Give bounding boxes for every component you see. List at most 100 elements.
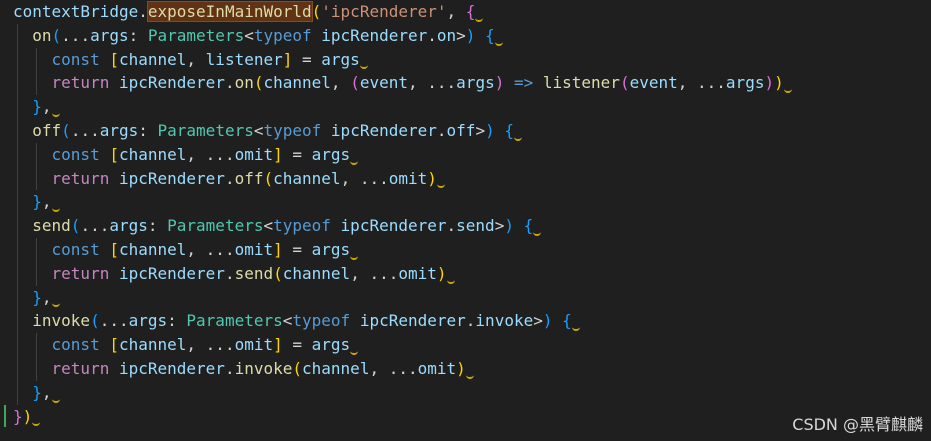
code-token: > xyxy=(475,120,486,140)
code-token: { xyxy=(562,311,572,331)
code-line[interactable]: contextBridge.exposeInMainWorld('ipcRend… xyxy=(13,0,931,24)
code-token: ... xyxy=(205,335,235,355)
code-token: ( xyxy=(70,216,81,236)
code-token: , xyxy=(186,335,206,355)
lint-warning-squiggle[interactable] xyxy=(533,228,543,238)
code-token: event xyxy=(629,73,678,93)
code-token: args xyxy=(311,239,351,259)
code-token: . xyxy=(224,168,235,188)
code-token: ipcRenderer xyxy=(118,168,225,188)
code-token: ... xyxy=(205,144,235,164)
lint-warning-squiggle[interactable] xyxy=(51,299,62,309)
code-token: args xyxy=(321,49,360,69)
code-editor[interactable]: contextBridge.exposeInMainWorld('ipcRend… xyxy=(0,0,931,441)
code-token: ipcRenderer xyxy=(118,263,225,283)
code-token: < xyxy=(263,216,274,236)
code-token: { xyxy=(523,216,534,236)
lint-warning-squiggle[interactable] xyxy=(514,133,524,143)
lint-warning-squiggle[interactable] xyxy=(350,157,360,167)
code-line[interactable]: }, xyxy=(13,190,931,215)
lint-warning-squiggle[interactable] xyxy=(446,276,457,286)
lint-warning-squiggle[interactable] xyxy=(51,395,62,405)
code-token: . xyxy=(465,311,476,331)
code-token: [ xyxy=(109,239,119,259)
code-token: ( xyxy=(273,263,283,283)
code-token: , xyxy=(369,358,389,378)
code-line[interactable]: const [channel, ...omit] = args xyxy=(13,237,931,262)
code-line[interactable]: send(...args: Parameters<typeof ipcRende… xyxy=(13,214,931,238)
code-token: = xyxy=(282,335,312,355)
code-token: ... xyxy=(697,73,726,93)
code-token: , xyxy=(186,49,206,69)
code-line[interactable]: off(...args: Parameters<typeof ipcRender… xyxy=(13,118,931,143)
code-token: invoke xyxy=(13,311,91,331)
code-token: , xyxy=(330,73,351,93)
indent-guide xyxy=(36,333,38,357)
code-token: args xyxy=(90,25,129,45)
code-area[interactable]: contextBridge.exposeInMainWorld('ipcRend… xyxy=(13,0,931,428)
code-line[interactable]: const [channel, listener] = args xyxy=(13,47,931,72)
lint-warning-squiggle[interactable] xyxy=(350,347,360,357)
code-token: < xyxy=(244,25,254,45)
code-token: omit xyxy=(398,263,437,283)
code-line[interactable]: }, xyxy=(13,95,931,119)
code-token: ] xyxy=(273,335,283,355)
indent-guide xyxy=(17,142,18,167)
code-line[interactable]: return ipcRenderer.invoke(channel, ...om… xyxy=(13,356,931,381)
lint-warning-squiggle[interactable] xyxy=(571,323,582,333)
code-line[interactable]: const [channel, ...omit] = args xyxy=(13,142,931,167)
code-token: ... xyxy=(369,263,399,283)
code-line[interactable]: return ipcRenderer.on(channel, (event, .… xyxy=(13,71,931,96)
lint-warning-squiggle[interactable] xyxy=(436,180,447,190)
lint-warning-squiggle[interactable] xyxy=(359,61,370,71)
code-token: ) xyxy=(485,120,495,140)
code-token: 'ipcRenderer' xyxy=(321,2,447,21)
code-token: on xyxy=(436,25,457,45)
lint-warning-squiggle[interactable] xyxy=(32,418,42,428)
lint-warning-squiggle[interactable] xyxy=(51,204,62,214)
indent-guide xyxy=(17,237,18,262)
lint-warning-squiggle[interactable] xyxy=(475,14,485,24)
code-token: ... xyxy=(388,358,418,378)
code-token: listener xyxy=(205,49,283,69)
code-line[interactable]: }, xyxy=(13,380,931,405)
code-token: ) xyxy=(542,311,553,331)
code-token: . xyxy=(446,216,457,236)
code-line[interactable]: const [channel, ...omit] = args xyxy=(13,333,931,357)
code-token: channel xyxy=(282,263,351,283)
lint-warning-squiggle[interactable] xyxy=(51,109,62,119)
lint-warning-squiggle[interactable] xyxy=(350,252,360,262)
code-line[interactable]: on(...args: Parameters<typeof ipcRendere… xyxy=(13,23,931,48)
code-token: off xyxy=(446,120,476,140)
code-token: ( xyxy=(619,73,630,93)
code-token: , xyxy=(186,144,206,164)
code-token: ( xyxy=(90,311,100,331)
lint-warning-squiggle[interactable] xyxy=(465,371,476,381)
code-line[interactable]: return ipcRenderer.send(channel, ...omit… xyxy=(13,261,931,286)
code-token: , xyxy=(186,239,206,259)
lint-warning-squiggle[interactable] xyxy=(494,38,505,48)
code-token: channel xyxy=(273,168,341,188)
code-token: event xyxy=(359,73,408,93)
code-token: { xyxy=(504,120,514,140)
code-token: ) xyxy=(456,358,466,378)
code-token: [ xyxy=(109,335,119,355)
code-token: Parameters xyxy=(157,120,254,140)
code-token: ipcRenderer xyxy=(118,73,225,93)
code-token: { xyxy=(485,25,495,45)
code-token: channel xyxy=(302,358,370,378)
lint-warning-squiggle[interactable] xyxy=(783,85,794,95)
code-line[interactable]: return ipcRenderer.off(channel, ...omit) xyxy=(13,166,931,191)
code-token: return xyxy=(13,168,119,188)
indent-guide xyxy=(17,356,18,381)
code-token: ) xyxy=(436,263,447,283)
code-token: args xyxy=(99,120,139,140)
code-token: ) xyxy=(764,73,775,93)
code-token: const xyxy=(13,144,110,164)
code-line[interactable]: }, xyxy=(13,285,931,310)
code-token: ] xyxy=(282,49,293,69)
code-token: { xyxy=(465,2,476,21)
code-line[interactable]: invoke(...args: Parameters<typeof ipcRen… xyxy=(13,309,931,334)
